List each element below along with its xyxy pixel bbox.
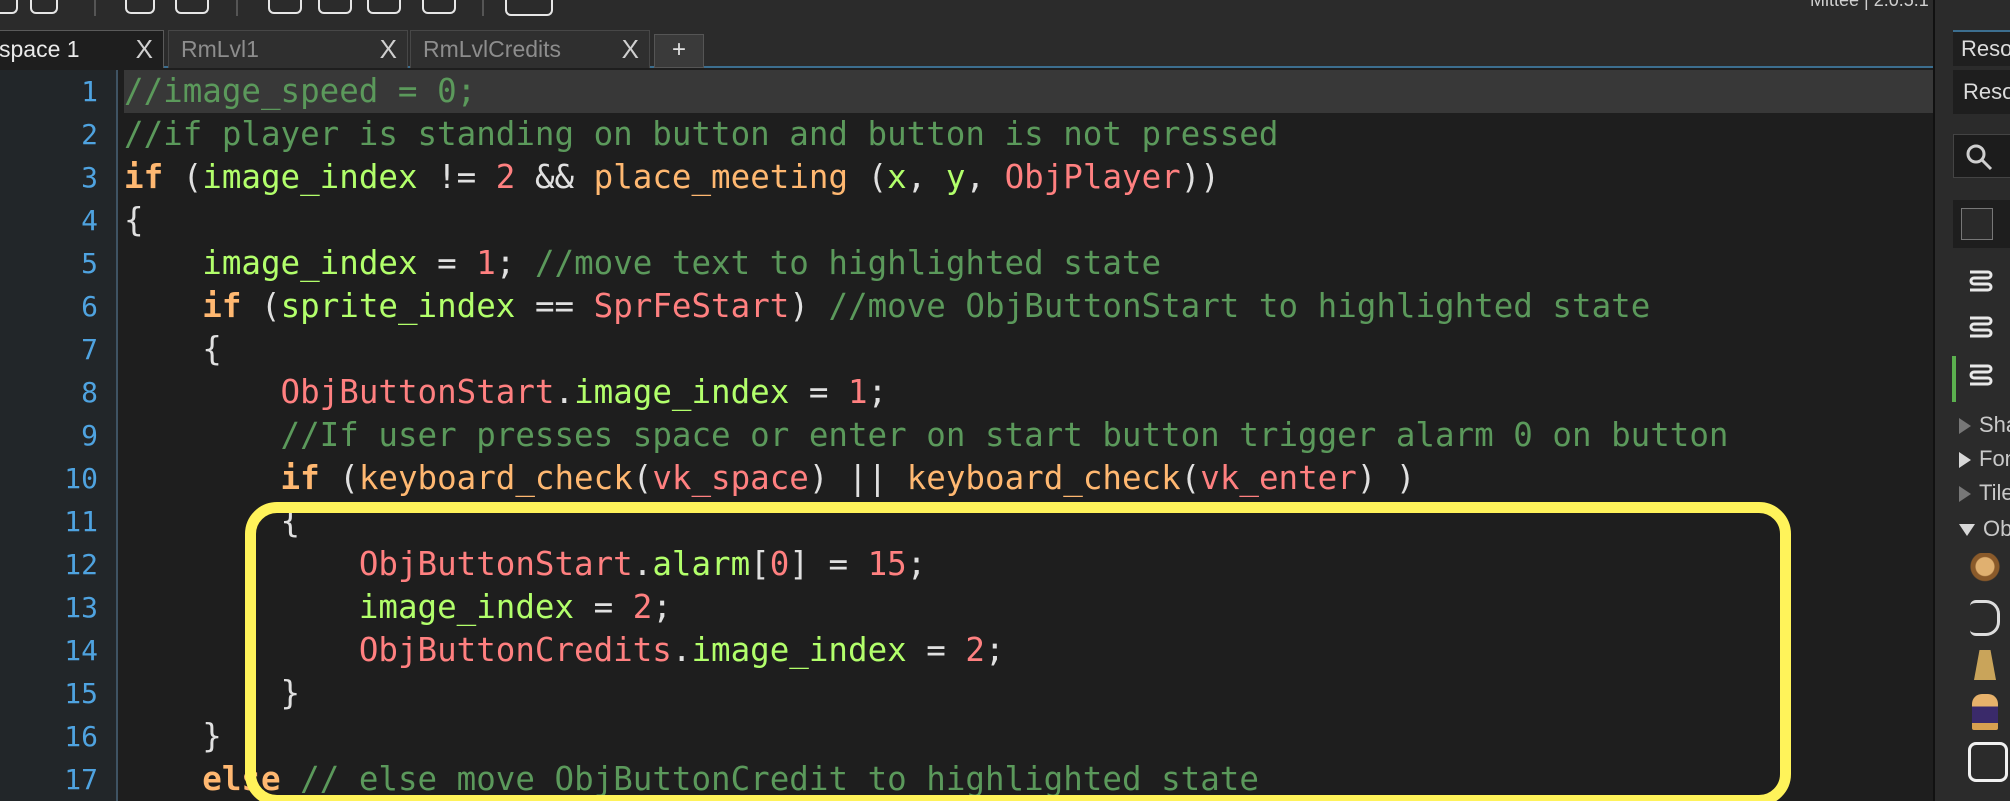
- line-number: 5: [81, 247, 98, 280]
- close-icon[interactable]: X: [622, 31, 639, 67]
- resource-search-input[interactable]: [1953, 134, 2010, 178]
- toolbar: [0, 0, 1935, 22]
- toolbar-separator: [236, 0, 238, 16]
- tree-folder-shaders[interactable]: Shaders: [1951, 408, 2010, 442]
- player-sprite-icon[interactable]: [1972, 694, 1998, 730]
- editor-tab-bar: space 1 X RmLvl1 X RmLvlCredits X +: [0, 22, 1935, 68]
- zoom-reset-icon[interactable]: [367, 0, 401, 14]
- close-icon[interactable]: X: [380, 31, 397, 67]
- expand-arrow-icon[interactable]: [1959, 486, 1971, 503]
- tab-label: space 1: [0, 36, 80, 62]
- line-number: 7: [81, 333, 98, 366]
- gear-icon[interactable]: [125, 0, 155, 14]
- clock-icon[interactable]: [175, 0, 209, 14]
- line-number: 1: [81, 75, 98, 108]
- code-line[interactable]: if (keyboard_check(vk_space) || keyboard…: [124, 457, 1416, 500]
- filter-icon[interactable]: [1961, 208, 1993, 240]
- tab-resources[interactable]: Resources: [1953, 30, 2010, 66]
- toolbar-separator: [482, 0, 484, 16]
- code-line[interactable]: {: [124, 199, 144, 242]
- code-line[interactable]: //if player is standing on button and bu…: [124, 113, 1278, 156]
- line-number: 9: [81, 419, 98, 452]
- resources-panel: Resources Resources: [1933, 0, 2010, 801]
- line-number: 6: [81, 290, 98, 323]
- script-icon[interactable]: [1962, 360, 1998, 396]
- toolbar-button[interactable]: [0, 0, 18, 14]
- line-number: 3: [81, 161, 98, 194]
- resource-filter-bar[interactable]: [1953, 200, 2010, 248]
- zoom-in-icon[interactable]: [268, 0, 302, 14]
- tab-label: RmLvl1: [181, 36, 259, 62]
- line-number: 16: [64, 720, 98, 753]
- fit-view-icon[interactable]: [422, 0, 456, 14]
- tab-rmlvlcredits[interactable]: RmLvlCredits X: [410, 30, 650, 68]
- code-line[interactable]: }: [124, 715, 222, 758]
- code-line[interactable]: ObjButtonStart.image_index = 1;: [124, 371, 888, 414]
- line-number: 11: [64, 505, 98, 538]
- tab-rmlvl1[interactable]: RmLvl1 X: [168, 30, 408, 68]
- code-line[interactable]: image_index = 1; //move text to highligh…: [124, 242, 1161, 285]
- expand-arrow-icon[interactable]: [1959, 418, 1971, 435]
- code-line[interactable]: {: [124, 328, 222, 371]
- line-number-gutter: 1 2 3 4 5 6 7 8 9 10 11 12 13 14 15 16 1…: [0, 70, 118, 801]
- selection-marker: [1952, 356, 1956, 402]
- line-number: 15: [64, 677, 98, 710]
- monkey-sprite-icon[interactable]: [1970, 553, 2000, 587]
- tree-folder-fonts[interactable]: Fonts: [1951, 442, 2010, 476]
- folder-label: Objects: [1983, 516, 2010, 541]
- pencil-icon[interactable]: [30, 0, 58, 14]
- script-icon[interactable]: [1962, 312, 1998, 348]
- code-line[interactable]: if (sprite_index == SprFeStart) //move O…: [124, 285, 1650, 328]
- line-number: 2: [81, 118, 98, 151]
- blank-sprite-icon[interactable]: [1968, 742, 2008, 782]
- expand-arrow-icon[interactable]: [1959, 452, 1971, 469]
- line-number: 14: [64, 634, 98, 667]
- line-number: 17: [64, 763, 98, 796]
- line-number: 13: [64, 591, 98, 624]
- resources-header: Resources: [1953, 70, 2010, 114]
- folder-label: Fonts: [1979, 446, 2010, 471]
- code-line[interactable]: //If user presses space or enter on star…: [124, 414, 1729, 457]
- tree-folder-tilesets[interactable]: Tile Sets: [1951, 476, 2010, 510]
- script-icon[interactable]: [1962, 266, 1998, 302]
- code-line[interactable]: if (image_index != 2 && place_meeting (x…: [124, 156, 1220, 199]
- folder-label: Shaders: [1979, 412, 2010, 437]
- button-sprite-icon[interactable]: [1970, 600, 2000, 636]
- code-line[interactable]: //image_speed = 0;: [124, 70, 1933, 113]
- line-number: 8: [81, 376, 98, 409]
- search-icon: [1966, 144, 1993, 171]
- tab-label: RmLvlCredits: [423, 36, 562, 62]
- tab-workspace-1[interactable]: space 1 X: [0, 30, 164, 68]
- close-icon[interactable]: X: [136, 31, 153, 67]
- folder-label: Tile Sets: [1979, 480, 2010, 505]
- line-number: 10: [64, 462, 98, 495]
- line-number: 4: [81, 204, 98, 237]
- layout-icon[interactable]: [505, 0, 553, 16]
- zoom-out-icon[interactable]: [318, 0, 352, 14]
- toolbar-separator: [94, 0, 96, 16]
- code-editor[interactable]: 1 2 3 4 5 6 7 8 9 10 11 12 13 14 15 16 1…: [0, 70, 1933, 801]
- line-number: 12: [64, 548, 98, 581]
- collapse-arrow-icon[interactable]: [1959, 524, 1975, 537]
- tree-folder-objects[interactable]: Objects: [1951, 512, 2010, 546]
- highlight-annotation-box: [245, 502, 1791, 801]
- add-tab-button[interactable]: +: [654, 34, 704, 68]
